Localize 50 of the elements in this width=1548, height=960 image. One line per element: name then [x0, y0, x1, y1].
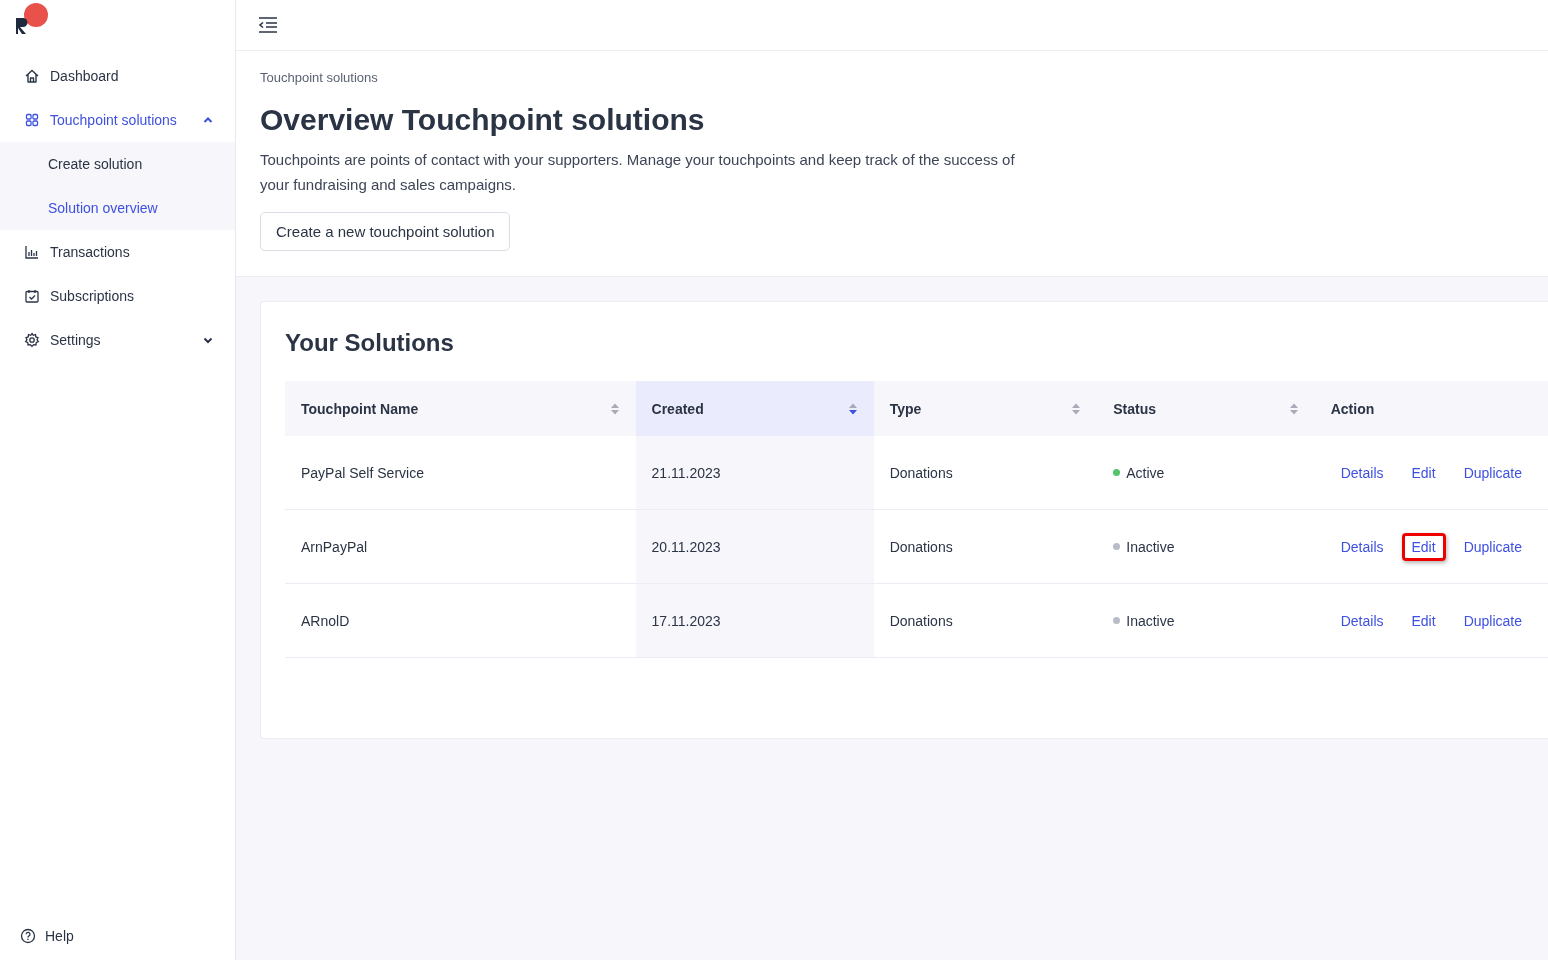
page-title: Overview Touchpoint solutions: [260, 103, 706, 137]
column-header[interactable]: Created: [635, 381, 874, 436]
calendar-check-icon: [24, 288, 40, 304]
table-cell: Donations: [873, 436, 1098, 510]
chevron-up-icon[interactable]: [203, 115, 213, 125]
action-link[interactable]: Duplicate: [1453, 606, 1532, 635]
column-header[interactable]: Type: [873, 381, 1098, 436]
sidebar-item[interactable]: Settings: [0, 318, 235, 362]
action-link[interactable]: Details: [1330, 532, 1394, 561]
settings-icon: [24, 332, 40, 348]
action-link[interactable]: Duplicate: [1453, 458, 1532, 487]
sidebar-item[interactable]: Touchpoint solutions: [0, 98, 235, 142]
logo-icon: [14, 2, 48, 36]
sidebar-item[interactable]: Dashboard: [0, 54, 235, 98]
chevron-down-icon[interactable]: [203, 335, 213, 345]
action-link[interactable]: Edit: [1401, 532, 1446, 561]
action-link[interactable]: Details: [1330, 606, 1394, 635]
card-title: Your Solutions: [285, 329, 455, 357]
help-icon: [20, 928, 36, 944]
help-link[interactable]: Help: [0, 914, 235, 958]
menu-collapse-icon[interactable]: [258, 16, 278, 34]
sidebar-subitem[interactable]: Create solution: [0, 142, 235, 186]
status-text: Inactive: [1126, 538, 1175, 555]
table-cell: 20.11.2023: [635, 509, 874, 584]
action-link[interactable]: Edit: [1401, 606, 1446, 635]
breadcrumb: Touchpoint solutions: [260, 70, 379, 85]
grid-icon: [24, 112, 40, 128]
table-cell: PayPal Self Service: [285, 436, 636, 510]
sidebar-item[interactable]: Transactions: [0, 230, 235, 274]
bar-chart-icon: [24, 244, 40, 260]
sidebar-item[interactable]: Subscriptions: [0, 274, 235, 318]
status-text: Active: [1126, 464, 1165, 481]
table-cell: 17.11.2023: [635, 583, 874, 658]
action-link[interactable]: Duplicate: [1453, 532, 1532, 561]
sidebar-subitem[interactable]: Solution overview: [0, 186, 235, 230]
column-header[interactable]: Touchpoint Name: [285, 381, 636, 436]
table-cell: ArnPayPal: [285, 509, 636, 584]
status-text: Inactive: [1126, 612, 1175, 629]
action-link[interactable]: Edit: [1401, 458, 1446, 487]
column-header: Action: [1314, 381, 1548, 436]
action-link[interactable]: Details: [1330, 458, 1394, 487]
table-cell: Donations: [873, 509, 1098, 584]
table-cell: 21.11.2023: [635, 436, 874, 510]
page-description: Touchpoints are points of contact with your supporters. Manage your touchpoints and keep track of the success of your fundraising and sales campaigns.: [260, 150, 1016, 195]
table-cell: ARnolD: [285, 583, 636, 658]
table-cell: Donations: [873, 583, 1098, 658]
column-header[interactable]: Status: [1097, 381, 1315, 436]
home-icon: [24, 68, 40, 84]
sort-icon[interactable]: [847, 401, 858, 416]
create-solution-button[interactable]: Create a new touchpoint solution: [260, 212, 511, 251]
